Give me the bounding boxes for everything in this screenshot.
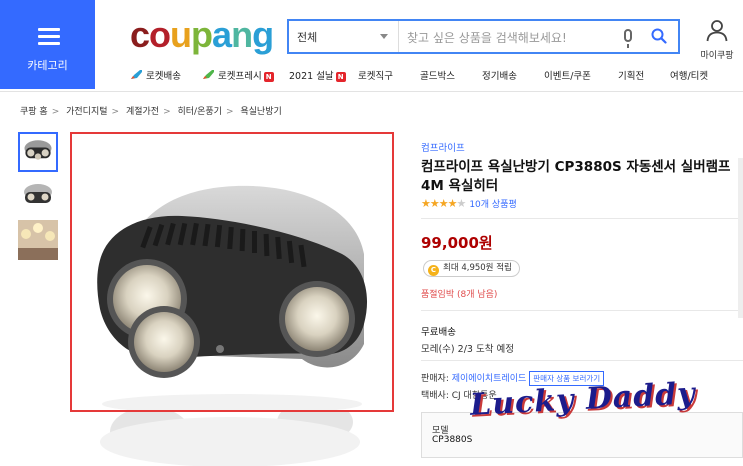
nav-item-travel-ticket[interactable]: 여행/티켓 <box>670 68 708 82</box>
nav-item-2021-seollal[interactable]: 2021 설날 N <box>289 68 346 82</box>
product-price: 99,000원 <box>421 234 493 252</box>
nav-item-subscription[interactable]: 정기배송 <box>482 68 517 82</box>
divider <box>421 310 743 311</box>
product-thumbnail[interactable] <box>18 132 58 172</box>
breadcrumb-item[interactable]: 쿠팡 홈 <box>20 107 48 117</box>
user-icon <box>706 20 728 42</box>
header-divider <box>0 91 743 92</box>
search-input[interactable]: 찾고 싶은 상품을 검색해보세요! <box>407 29 567 46</box>
divider <box>421 218 743 219</box>
category-menu-button[interactable]: 카테고리 <box>0 0 95 89</box>
new-badge: N <box>263 72 274 82</box>
product-image-reflection <box>70 412 394 466</box>
product-thumbnail[interactable] <box>18 220 58 260</box>
coupang-logo[interactable]: coupang <box>130 14 274 56</box>
bathroom-heater-image <box>97 185 368 410</box>
heater-thumbnail-image <box>24 140 52 160</box>
breadcrumb: 쿠팡 홈 > 가전디지털 > 계절가전 > 히터/온풍기 > 욕실난방기 <box>20 107 282 117</box>
breadcrumb-item[interactable]: 계절가전 <box>126 107 159 117</box>
new-badge: N <box>335 72 346 82</box>
shipping-title: 무료배송 <box>421 327 456 338</box>
rocket-fresh-icon <box>203 70 214 79</box>
nav-item-rocket-fresh[interactable]: 로켓프레시 N <box>202 68 274 82</box>
breadcrumb-item[interactable]: 욕실난방기 <box>240 107 281 117</box>
heater-thumbnail-image <box>18 220 58 260</box>
brand-link[interactable]: 컴프라이프 <box>421 140 465 154</box>
mycoupang-label: 마이쿠팡 <box>700 51 734 61</box>
reflection-image <box>100 412 360 466</box>
divider <box>421 360 743 361</box>
category-label: 카테고리 <box>27 59 68 72</box>
nav-item-goldbox[interactable]: 골드박스 <box>420 68 455 82</box>
product-thumbnail[interactable] <box>18 178 58 218</box>
nav-item-exhibitions[interactable]: 기획전 <box>618 68 644 82</box>
search-bar: 전체 찾고 싶은 상품을 검색해보세요! <box>287 19 680 54</box>
nav-item-rocket-delivery[interactable]: 로켓배송 <box>130 68 181 82</box>
nav-item-rocket-direct[interactable]: 로켓직구 <box>358 68 393 82</box>
heater-thumbnail-image <box>24 184 52 203</box>
search-icon[interactable] <box>651 28 667 44</box>
search-category-select[interactable]: 전체 <box>289 21 399 52</box>
seller-link[interactable]: 제이에이치트레이드 <box>452 374 527 384</box>
chevron-down-icon <box>380 34 388 39</box>
option-value: CP3880S <box>432 435 473 445</box>
hamburger-icon <box>38 28 60 45</box>
mycoupang-button[interactable]: 마이쿠팡 <box>694 18 740 61</box>
rating-row[interactable]: ★★★★★ 10개 상품평 <box>421 197 517 210</box>
microphone-icon[interactable] <box>624 29 632 48</box>
breadcrumb-item[interactable]: 가전디지털 <box>66 107 107 117</box>
review-count[interactable]: 10개 상품평 <box>469 200 516 210</box>
reward-badge: C 최대 4,950원 적립 <box>423 260 520 277</box>
product-title: 컴프라이프 욕실난방기 CP3880S 자동센서 실버램프4M 욕실히터 <box>421 159 731 194</box>
breadcrumb-item[interactable]: 히터/온풍기 <box>178 107 222 117</box>
coin-icon: C <box>428 265 439 276</box>
product-main-image[interactable] <box>70 132 394 412</box>
delivery-date: 모레(수) 2/3 도착 예정 <box>421 344 514 355</box>
option-select-box[interactable]: 모델 CP3880S <box>421 412 743 458</box>
page-edge-strip <box>738 158 743 318</box>
rocket-icon <box>131 70 142 79</box>
stock-status: 품절임박 (8개 남음) <box>421 290 498 300</box>
star-rating-icon: ★★★★★ <box>421 197 466 210</box>
search-category-value: 전체 <box>297 31 318 44</box>
nav-item-events-coupons[interactable]: 이벤트/쿠폰 <box>544 68 591 82</box>
